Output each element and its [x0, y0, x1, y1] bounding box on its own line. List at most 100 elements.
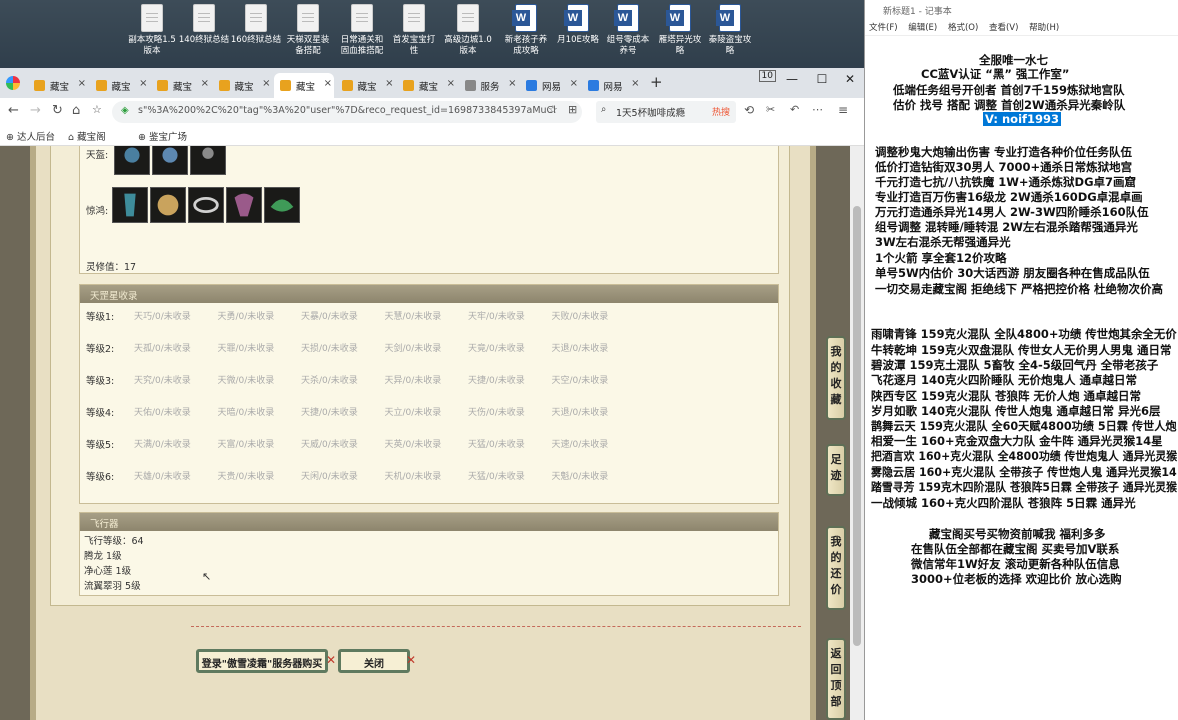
browser-tab[interactable]: 藏宝 × — [336, 73, 396, 98]
extension-icon[interactable]: ⟲ — [744, 103, 754, 117]
address-bar[interactable]: ◈ s"%3A%200%2C%20"tag"%3A%20"user"%7D&re… — [112, 101, 582, 123]
game-panel: 天盔: 惊鸿: 灵修值：17 天罡星收录 等级1: 天巧/0/未收录 天勇/0/未收… — [30, 146, 816, 720]
item-slot[interactable] — [264, 187, 300, 223]
mouse-cursor-icon: ↖ — [202, 570, 212, 583]
desktop-icon[interactable]: 140终狱总结 — [176, 4, 232, 46]
browser-tab[interactable]: 网易 × — [520, 73, 580, 98]
tab-label: 藏宝 — [111, 82, 131, 93]
notepad-line: 岁月如歌 140克火混队 传世人炮鬼 通卓越日常 异光6层 — [871, 404, 1161, 418]
scrollbar-thumb[interactable] — [853, 206, 861, 646]
reload-icon[interactable]: ↻ — [52, 103, 63, 118]
item-slot[interactable] — [188, 187, 224, 223]
menu-edit[interactable]: 编辑(E) — [908, 23, 937, 33]
item-slot[interactable] — [114, 146, 150, 175]
desktop-icon[interactable]: 月10E攻略 — [550, 4, 606, 46]
new-tab-icon[interactable]: + — [650, 73, 663, 91]
bookmark-daren[interactable]: ⊕ 达人后台 — [6, 129, 55, 143]
maximize-icon[interactable]: ☐ — [812, 72, 832, 86]
desktop-icon[interactable]: 秦陵盗宝攻 略 — [702, 4, 758, 57]
my-offers-button[interactable]: 我的还价 — [826, 526, 846, 610]
browser-tab[interactable]: 服务 × — [459, 73, 519, 98]
tab-close-icon[interactable]: × — [78, 78, 86, 89]
item-slot[interactable] — [112, 187, 148, 223]
tiangang-slot: 天巧/0/未收录 — [134, 312, 191, 322]
desktop-icon[interactable]: 首发宝宝打 性 — [386, 4, 442, 57]
desktop-icon[interactable]: 天梯双星装 备搭配 — [280, 4, 336, 57]
desktop-icon[interactable]: 雁塔异光攻 略 — [652, 4, 708, 57]
equipment-section: 天盔: 惊鸿: 灵修值：17 — [79, 146, 779, 274]
desktop-icon[interactable]: 新老孩子养 成攻略 — [498, 4, 554, 57]
back-icon[interactable]: ← — [8, 103, 19, 118]
close-button[interactable]: 关闭 — [338, 649, 410, 673]
browser-logo-icon[interactable] — [6, 76, 20, 90]
tab-close-icon[interactable]: × — [201, 78, 209, 89]
tiangang-slot: 天雄/0/未收录 — [134, 472, 191, 482]
favorite-star-icon[interactable]: ☆ — [548, 103, 558, 116]
more-icon[interactable]: ⋯ — [812, 103, 823, 116]
search-box[interactable]: ⌕ 1天5杯咖啡成瘾 热搜 — [596, 101, 736, 123]
tab-close-icon[interactable]: × — [447, 78, 455, 89]
menu-icon[interactable]: ≡ — [838, 103, 848, 117]
tiangang-slot: 天孤/0/未收录 — [134, 344, 191, 354]
fly-row: 净心莲 1级 — [84, 566, 132, 577]
item-slot[interactable] — [190, 146, 226, 175]
bookmark-star-icon[interactable]: ☆ — [92, 103, 102, 116]
undo-icon[interactable]: ↶ — [790, 103, 799, 116]
tiangang-slot: 天究/0/未收录 — [134, 376, 191, 386]
close-x-icon: ✕ — [326, 653, 337, 667]
item-slot[interactable] — [226, 187, 262, 223]
my-favorites-button[interactable]: 我的收藏 — [826, 336, 846, 420]
notepad-line: 低价打造钻街双30男人 7000+通杀日常炼狱地宫 — [875, 160, 1133, 174]
minimize-icon[interactable]: — — [782, 72, 802, 86]
forward-icon[interactable]: → — [30, 103, 41, 118]
tab-close-icon[interactable]: × — [570, 78, 578, 89]
browser-tab[interactable]: 藏宝 × — [151, 73, 211, 98]
footprint-button[interactable]: 足迹 — [826, 444, 846, 496]
browser-tab[interactable]: 网易 × — [582, 73, 642, 98]
tiangang-slot: 天伤/0/未收录 — [468, 408, 525, 418]
tab-count-badge[interactable]: 10 — [758, 70, 776, 82]
desktop-icon-label: 高级边城1.0 版本 — [444, 35, 492, 56]
level-label: 等级2: — [86, 344, 115, 355]
tab-close-icon[interactable]: × — [139, 78, 147, 89]
item-slot[interactable] — [152, 146, 188, 175]
notepad-line: 单号5W内估价 30大话西游 朋友圈各种在售成品队伍 — [875, 266, 1150, 280]
page-scrollbar[interactable] — [850, 146, 864, 720]
desktop-icon[interactable]: 高级边城1.0 版本 — [440, 4, 496, 57]
grid-icon[interactable]: ⊞ — [568, 103, 577, 116]
browser-tab[interactable]: 藏宝 × — [90, 73, 150, 98]
bookmark-cangbaoge[interactable]: ⌂ 藏宝阁 — [68, 129, 106, 143]
notepad-line: 雾隐云居 160+克火混队 全带孩子 传世炮人鬼 通异光灵猴14 — [871, 465, 1177, 479]
word-document-icon — [716, 4, 741, 32]
browser-tab[interactable]: 藏宝 × — [213, 73, 273, 98]
tiangang-slot: 天微/0/未收录 — [217, 376, 275, 386]
menu-format[interactable]: 格式(O) — [948, 23, 978, 33]
close-window-icon[interactable]: ✕ — [840, 72, 860, 86]
tab-close-icon[interactable]: × — [262, 78, 270, 89]
tab-close-icon[interactable]: × — [631, 78, 639, 89]
notepad-line: 牛转乾坤 159克火双盘混队 传世女人无价男人男鬼 通日常 — [871, 343, 1172, 357]
menu-help[interactable]: 帮助(H) — [1029, 23, 1059, 33]
fly-row: 流翼翠羽 5级 — [84, 581, 141, 592]
tab-close-icon[interactable]: × — [385, 78, 393, 89]
desktop-icon[interactable]: 副本攻略1.5 版本 — [124, 4, 180, 57]
home-icon[interactable]: ⌂ — [72, 103, 80, 118]
browser-tab[interactable]: 藏宝 × — [397, 73, 457, 98]
item-slot[interactable] — [150, 187, 186, 223]
notepad-line: V: noif1993 — [983, 112, 1062, 126]
desktop-icon[interactable]: 160终狱总结 — [228, 4, 284, 46]
browser-tab[interactable]: 藏宝 × — [28, 73, 88, 98]
back-to-top-button[interactable]: 返回顶部 — [826, 638, 846, 720]
tab-close-icon[interactable]: × — [324, 78, 332, 89]
desktop-icon[interactable]: 日常通关和 固血推搭配 — [334, 4, 390, 57]
menu-file[interactable]: 文件(F) — [869, 23, 898, 33]
tab-favicon-icon — [280, 80, 291, 91]
tiangang-slot: 天异/0/未收录 — [384, 376, 442, 386]
bookmark-jianbao[interactable]: ⊕ 鉴宝广场 — [138, 129, 187, 143]
cut-icon[interactable]: ✂ — [766, 103, 775, 116]
login-buy-button[interactable]: 登录"傲雪凌霜"服务器购买 — [196, 649, 328, 673]
menu-view[interactable]: 查看(V) — [989, 23, 1018, 33]
desktop-icon[interactable]: 组号零成本 养号 — [600, 4, 656, 57]
browser-tab[interactable]: 藏宝 × — [274, 73, 334, 98]
tab-close-icon[interactable]: × — [508, 78, 516, 89]
